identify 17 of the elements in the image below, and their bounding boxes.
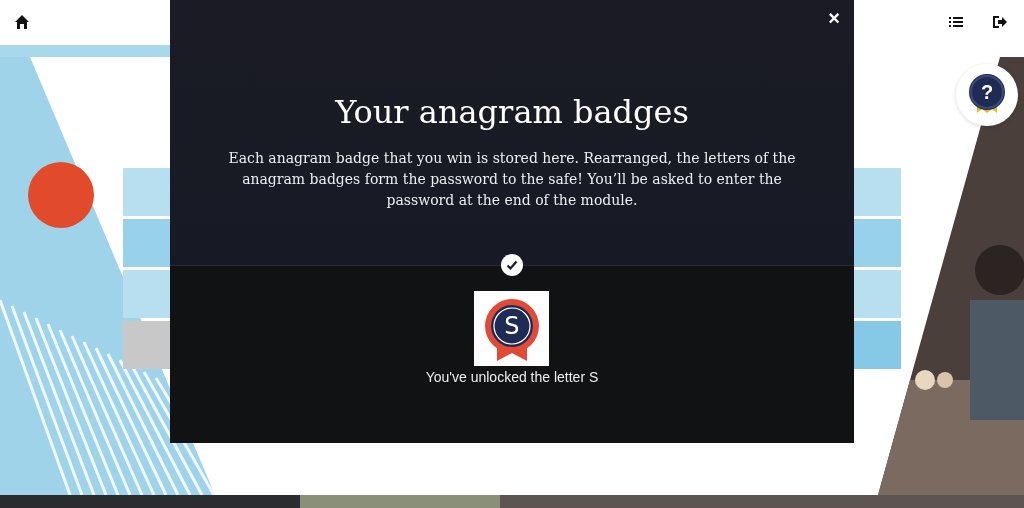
answer-row[interactable] [123, 270, 170, 318]
submit-bar [854, 321, 901, 369]
list-icon[interactable] [948, 14, 964, 30]
help-button[interactable]: ? [956, 64, 1018, 126]
answer-row[interactable] [123, 219, 170, 267]
badge-caption: You've unlocked the letter S [425, 369, 599, 385]
answer-row[interactable] [854, 219, 901, 267]
badge-medal[interactable]: S [474, 291, 550, 366]
dialog-description: Each anagram badge that you win is stored here. Rearranged, the letters of the anagram badges form the password to the safe! You’ll be asked to enter the password at the end of the module. [227, 149, 797, 210]
home-icon[interactable] [14, 14, 30, 30]
dialog-title: Your anagram badges [335, 92, 689, 132]
answer-row[interactable] [854, 270, 901, 318]
close-button[interactable]: × [824, 6, 844, 30]
exit-icon[interactable] [992, 14, 1008, 30]
submit-bar [123, 321, 170, 369]
answer-row[interactable] [123, 168, 170, 216]
answer-row[interactable] [854, 168, 901, 216]
